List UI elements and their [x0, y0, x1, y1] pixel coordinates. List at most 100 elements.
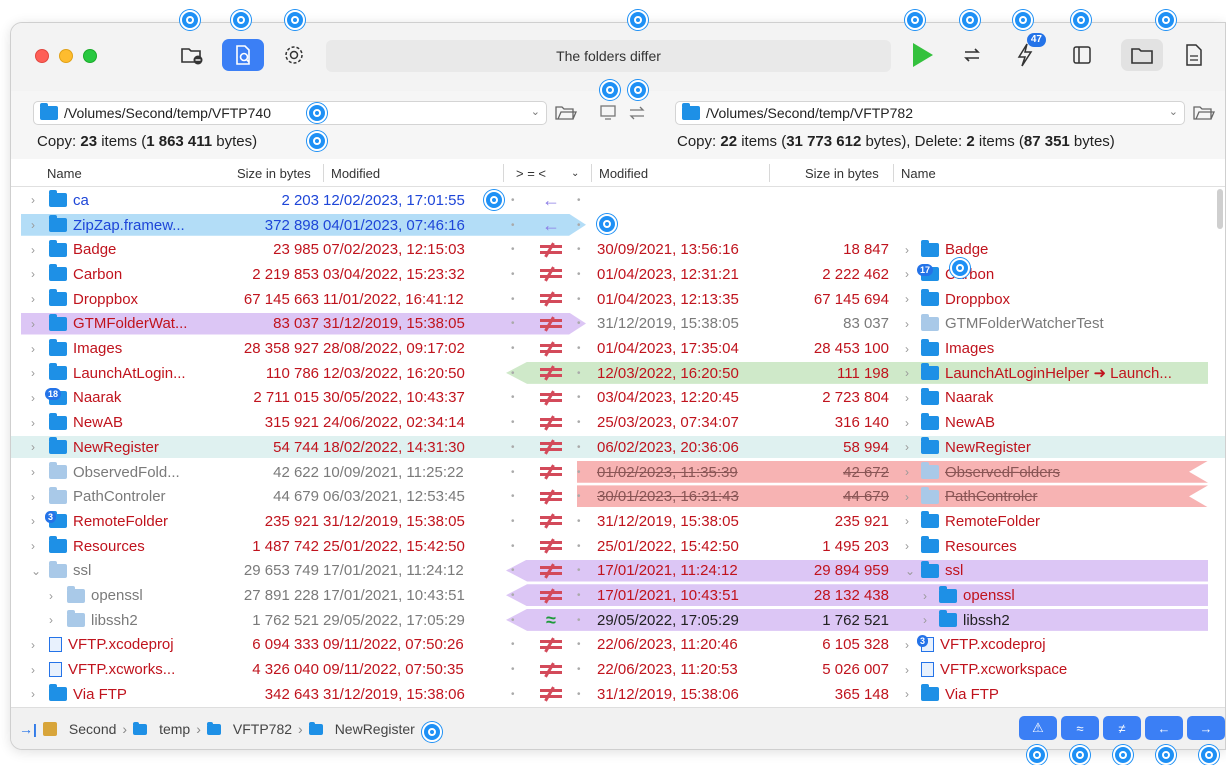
column-right-size[interactable]: Size in bytes — [805, 166, 879, 181]
compare-action[interactable] — [531, 262, 571, 287]
folder-view-button[interactable] — [1121, 39, 1163, 71]
chevron-right-icon[interactable]: › — [31, 657, 35, 682]
close-window-button[interactable] — [35, 49, 49, 63]
chevron-right-icon[interactable]: › — [905, 336, 909, 361]
chevron-down-icon[interactable]: ⌄ — [31, 559, 41, 584]
table-row[interactable]: › ca 2 203 12/02/2023, 17:01:55 • ← • — [11, 188, 1225, 213]
filter-different-button[interactable]: ≠ — [1103, 716, 1141, 740]
table-row[interactable]: › GTMFolderWat... 83 037 31/12/2019, 15:38:… — [11, 312, 1225, 337]
table-row[interactable]: › Badge 23 985 07/02/2023, 12:15:03 • • 30/09/… — [11, 237, 1225, 262]
chevron-right-icon[interactable]: › — [31, 386, 35, 411]
column-right-modified[interactable]: Modified — [599, 166, 648, 181]
column-compare[interactable]: > = < — [516, 166, 546, 181]
chevron-right-icon[interactable]: › — [31, 435, 35, 460]
chevron-right-icon[interactable]: › — [905, 509, 909, 534]
column-modified[interactable]: Modified — [331, 166, 380, 181]
table-row[interactable]: › RemoteFolder 3 235 921 31/12/2019, 15:38:0… — [11, 509, 1225, 534]
chevron-right-icon[interactable]: › — [31, 509, 35, 534]
chevron-right-icon[interactable]: › — [31, 262, 35, 287]
chevron-down-icon[interactable]: ⌄ — [1169, 105, 1178, 118]
breadcrumb-item[interactable]: temp — [159, 721, 190, 737]
column-right-name[interactable]: Name — [901, 166, 936, 181]
chevron-right-icon[interactable]: › — [31, 682, 35, 707]
chevron-right-icon[interactable]: › — [905, 361, 909, 386]
compare-action[interactable]: ← — [531, 213, 571, 238]
swap-icon[interactable] — [627, 103, 647, 123]
table-row[interactable]: › Resources 1 487 742 25/01/2022, 15:42:50 •… — [11, 534, 1225, 559]
settings-button[interactable] — [273, 39, 315, 71]
table-row[interactable]: › PathControler 44 679 06/03/2021, 12:53:45… — [11, 484, 1225, 509]
compare-action[interactable]: ← — [531, 188, 571, 213]
chevron-right-icon[interactable]: › — [31, 213, 35, 238]
compare-action[interactable] — [531, 287, 571, 312]
filter-conflicts-button[interactable]: ⚠ — [1019, 716, 1057, 740]
compare-action[interactable] — [531, 509, 571, 534]
chevron-down-icon[interactable]: ⌄ — [531, 105, 540, 118]
breadcrumb-item[interactable]: Second — [69, 721, 116, 737]
chevron-right-icon[interactable]: › — [905, 386, 909, 411]
chevron-right-icon[interactable]: › — [905, 682, 909, 707]
chevron-right-icon[interactable]: › — [905, 287, 909, 312]
compare-action[interactable] — [531, 583, 571, 608]
table-row[interactable]: ⌄ ssl 29 653 749 17/01/2021, 11:24:12 • • 17/0… — [11, 559, 1225, 584]
chevron-right-icon[interactable]: › — [905, 534, 909, 559]
chevron-right-icon[interactable]: › — [31, 336, 35, 361]
chevron-right-icon[interactable]: › — [31, 237, 35, 262]
chevron-right-icon[interactable]: › — [31, 633, 35, 658]
compare-action[interactable] — [531, 361, 571, 386]
run-sync-button[interactable] — [901, 39, 943, 71]
chevron-right-icon[interactable]: › — [31, 484, 35, 509]
chevron-right-icon[interactable]: › — [31, 361, 35, 386]
right-path-field[interactable]: /Volumes/Second/temp/VFTP782 ⌄ — [675, 101, 1185, 125]
breadcrumb-item[interactable]: NewRegister — [335, 721, 415, 737]
table-row[interactable]: › VFTP.xcodeproj 6 094 333 09/11/2022, 07:5… — [11, 633, 1225, 658]
chevron-right-icon[interactable]: › — [905, 262, 909, 287]
compare-action[interactable]: ≈ — [531, 608, 571, 633]
chevron-right-icon[interactable]: › — [905, 312, 909, 337]
compare-action[interactable] — [531, 410, 571, 435]
chevron-right-icon[interactable]: › — [905, 484, 909, 509]
filter-similar-button[interactable]: ≈ — [1061, 716, 1099, 740]
compare-action[interactable] — [531, 386, 571, 411]
compare-action[interactable] — [531, 312, 571, 337]
sync-mode-button[interactable] — [951, 39, 993, 71]
compare-action[interactable] — [531, 682, 571, 707]
table-row[interactable]: › Carbon 2 219 853 03/04/2022, 15:23:32 • • 01… — [11, 262, 1225, 287]
chevron-right-icon[interactable]: › — [49, 608, 53, 633]
compare-action[interactable] — [531, 534, 571, 559]
chevron-right-icon[interactable]: › — [49, 583, 53, 608]
filter-left-button[interactable]: ← — [1145, 716, 1183, 740]
chevron-right-icon[interactable]: › — [31, 287, 35, 312]
table-row[interactable]: › Naarak 18 2 711 015 30/05/2022, 10:43:37 • •… — [11, 386, 1225, 411]
compare-action[interactable] — [531, 633, 571, 658]
compare-action[interactable] — [531, 460, 571, 485]
table-row[interactable]: › NewAB 315 921 24/06/2022, 02:34:14 • • 25/03… — [11, 410, 1225, 435]
table-row[interactable]: › LaunchAtLogin... 110 786 12/03/2022, 16:2… — [11, 361, 1225, 386]
chevron-right-icon[interactable]: › — [905, 460, 909, 485]
chevron-right-icon[interactable]: › — [31, 534, 35, 559]
compare-folders-icon[interactable] — [599, 103, 619, 123]
chevron-right-icon[interactable]: › — [905, 633, 909, 658]
compare-action[interactable] — [531, 237, 571, 262]
chevron-right-icon[interactable]: › — [31, 188, 35, 213]
left-path-field[interactable]: /Volumes/Second/temp/VFTP740 ⌄ — [33, 101, 547, 125]
vertical-scrollbar[interactable] — [1217, 189, 1223, 229]
table-row[interactable]: › libssh2 1 762 521 29/05/2022, 17:05:29 • ≈ •… — [11, 608, 1225, 633]
compare-action[interactable] — [531, 484, 571, 509]
open-folder-icon[interactable] — [555, 105, 577, 121]
chevron-right-icon[interactable]: › — [31, 312, 35, 337]
chevron-right-icon[interactable]: › — [905, 657, 909, 682]
table-row[interactable]: › VFTP.xcworks... 4 326 040 09/11/2022, 07:… — [11, 657, 1225, 682]
compare-action[interactable] — [531, 435, 571, 460]
table-row[interactable]: › NewRegister 54 744 18/02/2022, 14:31:30 • •… — [11, 435, 1225, 460]
chevron-down-icon[interactable]: ⌄ — [571, 168, 579, 179]
column-size[interactable]: Size in bytes — [237, 166, 311, 181]
chevron-right-icon[interactable]: › — [905, 435, 909, 460]
zoom-window-button[interactable] — [83, 49, 97, 63]
table-row[interactable]: › ZipZap.framew... 372 898 04/01/2023, 07:4… — [11, 213, 1225, 238]
table-row[interactable]: › Via FTP 342 643 31/12/2019, 15:38:06 • • 31/… — [11, 682, 1225, 707]
collapse-arrow-icon[interactable]: →| — [19, 721, 37, 737]
toggle-sidebar-button[interactable] — [1061, 39, 1103, 71]
chevron-right-icon[interactable]: › — [905, 410, 909, 435]
filter-right-button[interactable]: → — [1187, 716, 1225, 740]
